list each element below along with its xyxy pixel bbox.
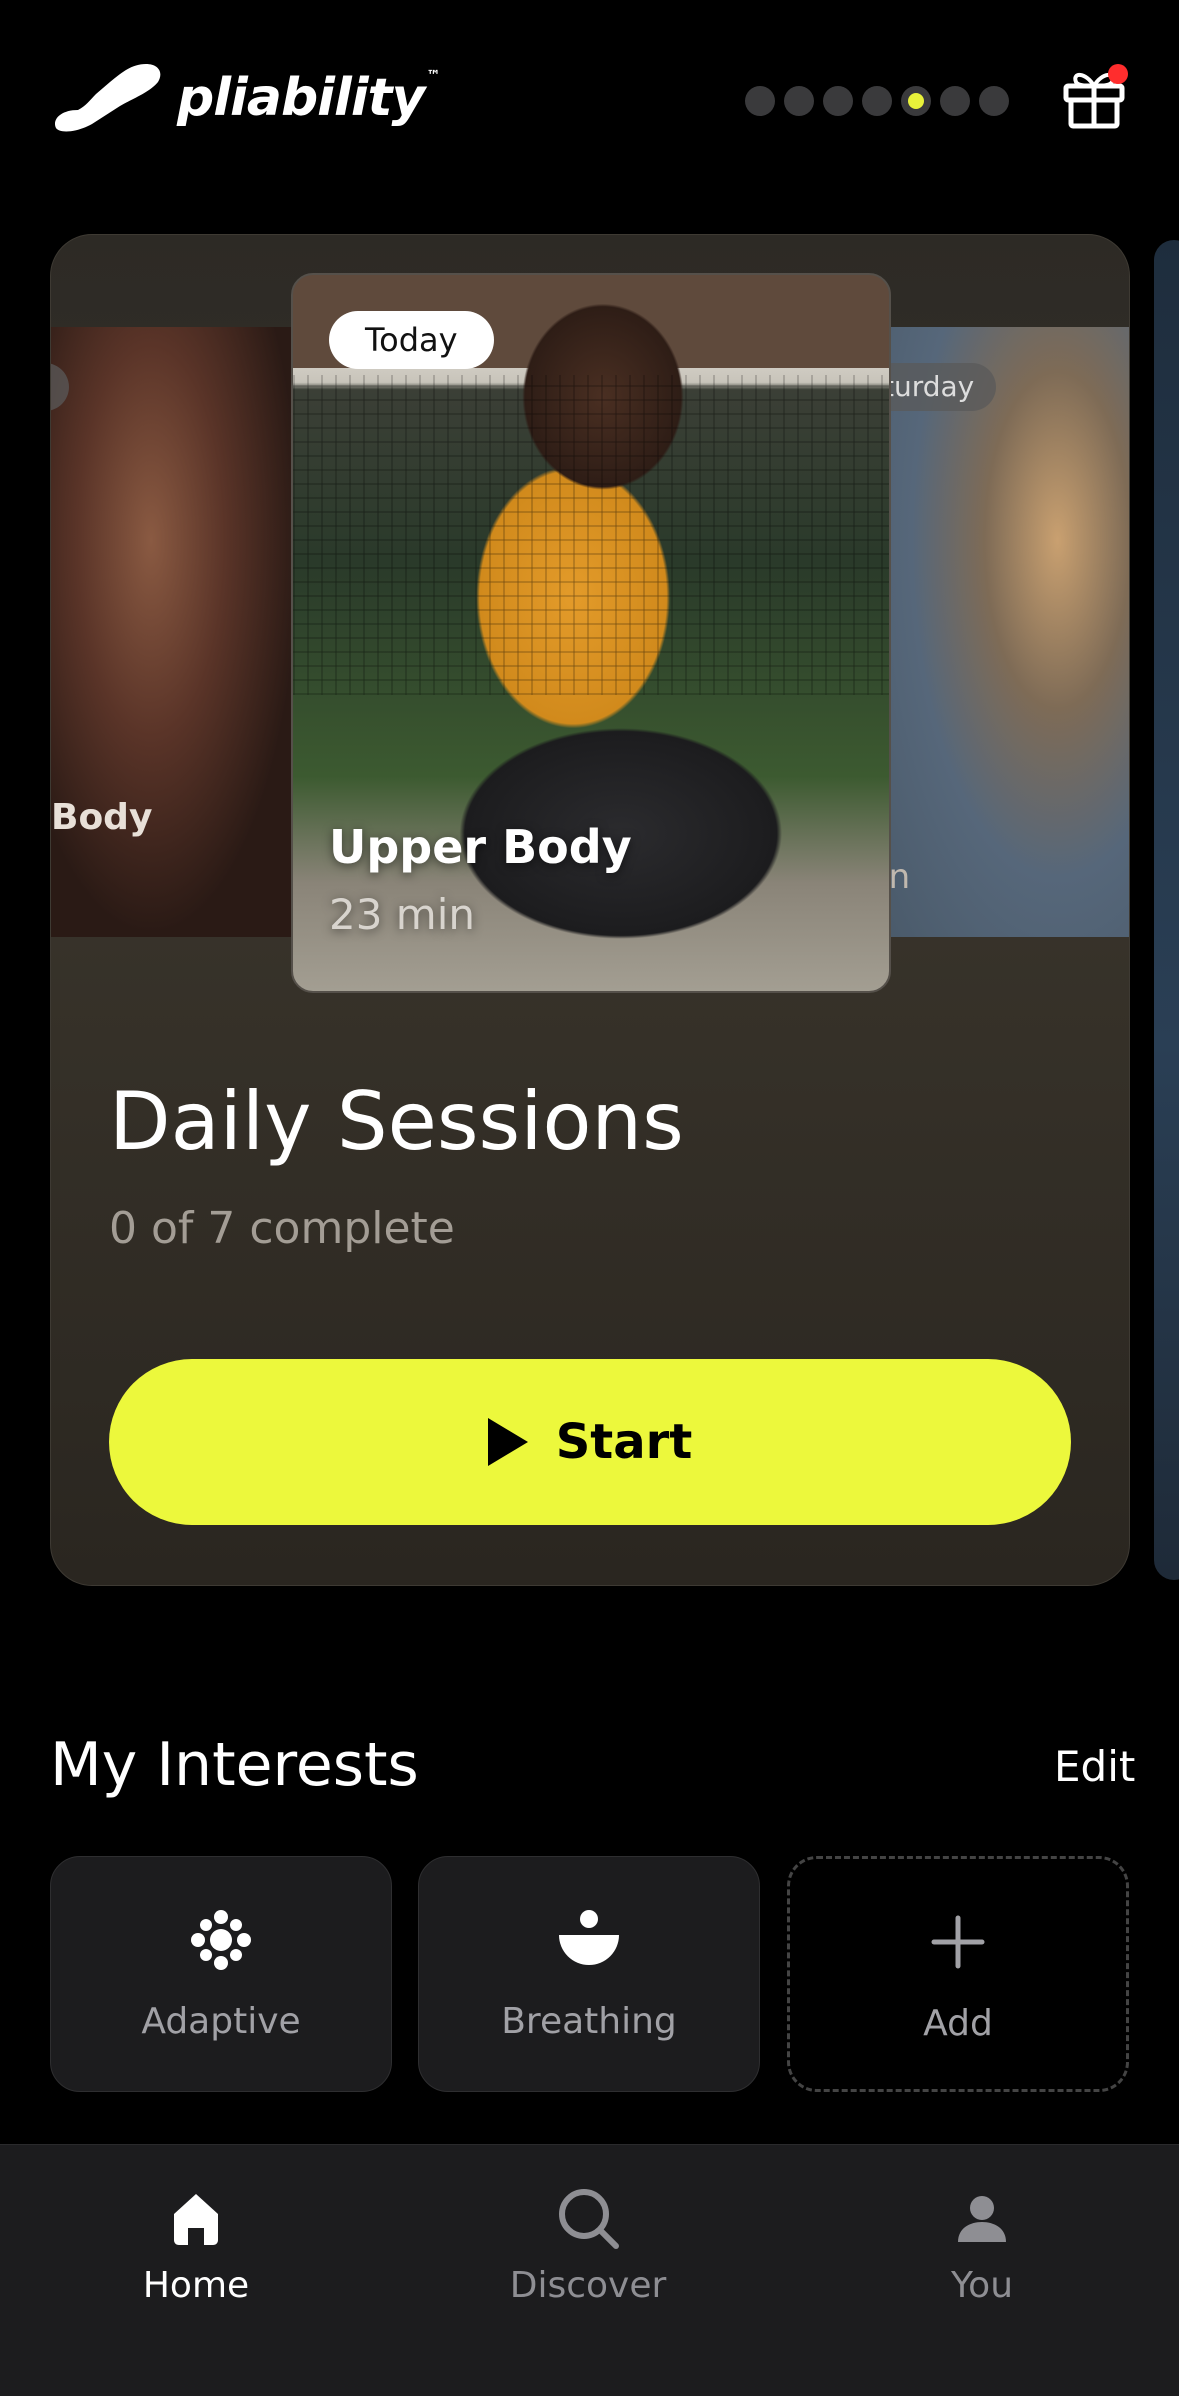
daily-sessions-card: ay Body turday s min Today Upper Body 23… (50, 234, 1130, 1586)
breathing-icon (554, 1905, 624, 1975)
interest-label: Breathing (501, 2001, 677, 2042)
day-pill: ay (51, 363, 69, 411)
session-thumbnail-previous[interactable]: ay Body (51, 327, 301, 937)
progress-dot (940, 86, 970, 116)
notification-badge (1108, 64, 1128, 84)
session-title: Body (51, 797, 153, 838)
app-logo: pliability ™ (50, 62, 440, 134)
plus-icon (923, 1907, 993, 1977)
interests-title: My Interests (50, 1730, 419, 1800)
person-icon (949, 2185, 1015, 2251)
session-thumbnail-next[interactable]: turday s min (886, 327, 1129, 937)
progress-dot (745, 86, 775, 116)
session-thumbnail-current[interactable]: Today Upper Body 23 min (291, 273, 891, 993)
session-duration: 23 min (329, 890, 475, 939)
progress-dot (784, 86, 814, 116)
home-icon (163, 2185, 229, 2251)
day-pill: Today (329, 311, 494, 369)
search-icon (555, 2185, 621, 2251)
daily-sessions-title: Daily Sessions (109, 1075, 684, 1168)
session-title: Upper Body (329, 820, 632, 874)
weekly-progress-dots (745, 86, 1009, 116)
tab-you[interactable]: You (852, 2185, 1112, 2306)
interest-breathing[interactable]: Breathing (418, 1856, 760, 2092)
interest-label: Add (923, 2003, 993, 2044)
tab-discover[interactable]: Discover (458, 2185, 718, 2306)
tab-label: You (950, 2265, 1014, 2306)
progress-dot-current (901, 86, 931, 116)
next-card-peek[interactable] (1154, 240, 1179, 1580)
play-icon (487, 1418, 528, 1466)
edit-interests-button[interactable]: Edit (1054, 1742, 1135, 1791)
logo-wordmark: pliability ™ (177, 68, 440, 128)
add-interest-button[interactable]: Add (787, 1856, 1129, 2092)
start-button-label: Start (555, 1414, 693, 1470)
tab-label: Discover (509, 2265, 667, 2306)
start-button[interactable]: Start (109, 1359, 1071, 1525)
day-pill: turday (886, 363, 997, 411)
tab-home[interactable]: Home (66, 2185, 326, 2306)
thumbnail-image (293, 375, 889, 695)
app-header: pliability ™ (0, 0, 1179, 200)
progress-dot (862, 86, 892, 116)
interest-label: Adaptive (141, 2001, 301, 2042)
sessions-progress-text: 0 of 7 complete (109, 1203, 455, 1254)
progress-dot (979, 86, 1009, 116)
adaptive-icon (186, 1905, 256, 1975)
progress-dot (823, 86, 853, 116)
interest-adaptive[interactable]: Adaptive (50, 1856, 392, 2092)
tab-label: Home (142, 2265, 250, 2306)
bottom-tab-bar: Home Discover You (0, 2144, 1179, 2396)
pliability-logo-icon (54, 64, 161, 132)
